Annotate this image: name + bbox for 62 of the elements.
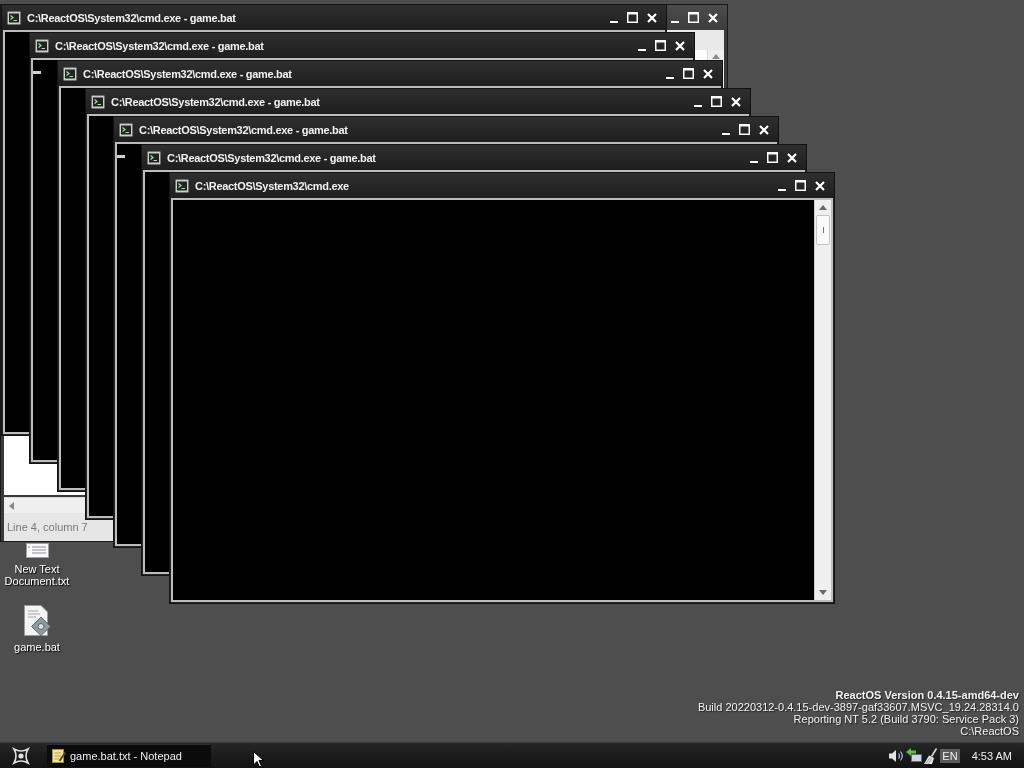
version-text: Build 20220312-0.4.15-dev-3897-gaf33607.MSVC_19.24.28314.0 [697, 701, 1019, 713]
close-icon [707, 12, 718, 23]
window-title: C:\ReactOS\System32\cmd.exe - game.bat [139, 123, 349, 136]
emblem-icon [12, 746, 30, 765]
icon-label[interactable]: New Text Document.txt [0, 563, 74, 587]
document-icon[interactable] [25, 543, 49, 558]
notepad-icon [52, 749, 66, 763]
close-icon [674, 40, 685, 51]
terminal-icon [63, 66, 77, 81]
close-icon [786, 152, 797, 163]
vertical-scrollbar[interactable] [814, 200, 831, 600]
minimize-icon [721, 132, 730, 135]
terminal-icon [147, 150, 161, 165]
status-text: Line 4, column 7 [7, 521, 88, 533]
window-title: C:\ReactOS\System32\cmd.exe - game.bat [167, 151, 377, 164]
broom-icon[interactable] [924, 747, 939, 764]
maximize-icon [627, 12, 638, 23]
maximize-icon [683, 68, 694, 79]
version-text: ReactOS Version 0.4.15-amd64-dev [835, 689, 1019, 701]
maximize-icon [655, 40, 666, 51]
minimize-icon [665, 76, 674, 79]
terminal-icon [91, 94, 105, 109]
window-title: C:\ReactOS\System32\cmd.exe - game.bat [111, 95, 321, 108]
document-gear-icon[interactable] [23, 605, 51, 636]
terminal-icon [119, 122, 133, 137]
minimize-icon [609, 20, 618, 23]
speaker-icon[interactable] [889, 748, 905, 763]
mouse-pointer-icon [253, 751, 264, 768]
scroll-up-icon[interactable] [819, 205, 827, 210]
taskbar-button[interactable]: game.bat.txt - Notepad [47, 744, 211, 767]
scroll-left-icon[interactable] [9, 501, 14, 510]
terminal-icon [35, 38, 49, 53]
version-text: C:\ReactOS [960, 725, 1019, 737]
maximize-icon [739, 124, 750, 135]
window-title: C:\ReactOS\System32\cmd.exe - game.bat [83, 67, 293, 80]
minimize-icon [693, 104, 702, 107]
text-cursor [117, 155, 125, 158]
network-icon[interactable] [906, 748, 923, 763]
close-icon [814, 180, 825, 191]
close-icon [730, 96, 741, 107]
terminal-icon [175, 178, 189, 193]
version-text: Reporting NT 5.2 (Build 3790: Service Pack 3) [793, 713, 1019, 725]
terminal-icon [7, 10, 21, 25]
close-icon [646, 12, 657, 23]
maximize-icon [711, 96, 722, 107]
scroll-down-icon[interactable] [819, 590, 827, 595]
window-title: C:\ReactOS\System32\cmd.exe [195, 179, 350, 192]
close-icon [702, 68, 713, 79]
close-icon [758, 124, 769, 135]
text-cursor [33, 71, 41, 74]
maximize-icon [795, 180, 806, 191]
maximize-icon [688, 12, 699, 23]
minimize-icon [777, 188, 786, 191]
language-indicator[interactable]: EN [940, 748, 960, 763]
maximize-icon [767, 152, 778, 163]
icon-label[interactable]: game.bat [0, 641, 74, 653]
clock-text[interactable]: 4:53 AM [971, 749, 1012, 762]
minimize-icon [670, 20, 679, 23]
window-title: C:\ReactOS\System32\cmd.exe - game.bat [55, 39, 265, 52]
minimize-icon [749, 160, 758, 163]
scrollbar-thumb[interactable] [816, 215, 830, 245]
window-title: C:\ReactOS\System32\cmd.exe - game.bat [27, 11, 237, 24]
